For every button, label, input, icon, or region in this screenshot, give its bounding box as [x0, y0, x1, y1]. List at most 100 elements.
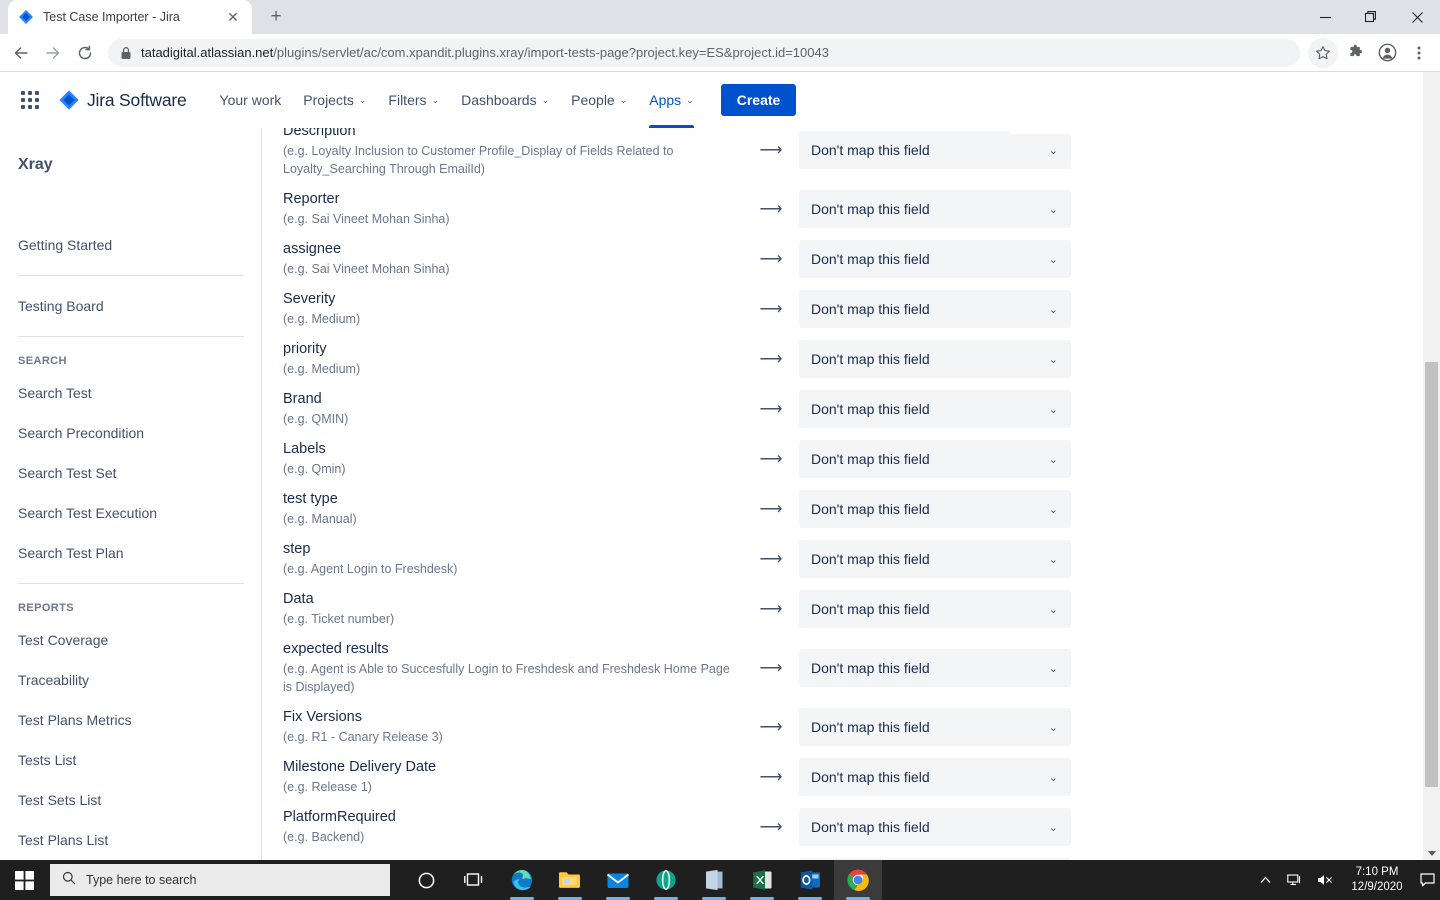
- new-tab-button[interactable]: +: [262, 3, 290, 31]
- sidebar-item-test-sets-list[interactable]: Test Sets List: [0, 780, 262, 820]
- reload-icon[interactable]: [70, 38, 100, 68]
- source-field-name: Labels: [283, 441, 326, 457]
- chevron-down-icon: ⌄: [1048, 353, 1058, 366]
- chevron-down-icon: ⌄: [1048, 403, 1058, 416]
- target-field-select[interactable]: Don't map this field ⌄: [799, 290, 1071, 328]
- create-button[interactable]: Create: [720, 84, 797, 116]
- sidebar-item-getting-started[interactable]: Getting Started: [0, 225, 262, 265]
- target-field-select[interactable]: Don't map this field ⌄: [799, 708, 1071, 746]
- close-tab-icon[interactable]: ✕: [224, 8, 242, 26]
- jira-global-navigation: Jira Software Your work Projects ⌄ Filte…: [0, 72, 1011, 128]
- source-field-name: Fix Versions: [283, 709, 362, 725]
- chrome-menu-icon[interactable]: [1404, 38, 1434, 68]
- source-field-example: (e.g. Sai Vineet Mohan Sinha): [283, 212, 450, 226]
- jira-software-logo[interactable]: Jira Software: [58, 89, 187, 111]
- windows-start-icon[interactable]: [0, 860, 48, 900]
- maps-to-arrow-icon: ⟶: [759, 301, 783, 318]
- maximize-button[interactable]: [1348, 0, 1394, 34]
- sidebar-item-test-coverage[interactable]: Test Coverage: [0, 620, 262, 660]
- browser-tab[interactable]: Test Case Importer - Jira ✕: [8, 0, 252, 34]
- app-switcher-icon[interactable]: [14, 84, 46, 116]
- sidebar-scroll-area: Getting Started Testing Board SEARCH Sea…: [0, 207, 262, 862]
- source-field-example: (e.g. Ticket number): [283, 612, 395, 626]
- volume-muted-icon[interactable]: [1310, 860, 1340, 900]
- chevron-down-icon: ⌄: [1048, 253, 1058, 266]
- cortana-icon[interactable]: [402, 860, 450, 900]
- sidebar-item-search-test-execution[interactable]: Search Test Execution: [0, 493, 262, 533]
- nav-item-label: Projects: [303, 92, 354, 108]
- sidebar-section-search: SEARCH: [18, 355, 67, 367]
- teams-icon[interactable]: [642, 860, 690, 900]
- target-field-select[interactable]: Don't map this field ⌄: [799, 758, 1071, 796]
- nav-item-people[interactable]: People ⌄: [560, 72, 638, 128]
- target-field-select[interactable]: Don't map this field ⌄: [799, 240, 1071, 278]
- microsoft-edge-icon[interactable]: [498, 860, 546, 900]
- chevron-down-icon: ⌄: [1048, 553, 1058, 566]
- excel-icon[interactable]: [738, 860, 786, 900]
- sidebar-item-testing-board[interactable]: Testing Board: [0, 286, 262, 326]
- jira-logo-text: Jira Software: [87, 89, 187, 110]
- sidebar-item-test-plans-list[interactable]: Test Plans List: [0, 820, 262, 860]
- address-bar[interactable]: tatadigital.atlassian.net/plugins/servle…: [108, 38, 1300, 67]
- xray-sidebar: Xray Getting Started Testing Board SEARC…: [0, 128, 262, 862]
- mail-icon[interactable]: [594, 860, 642, 900]
- jira-favicon: [18, 9, 34, 25]
- sidebar-item-search-test[interactable]: Search Test: [0, 373, 262, 413]
- target-field-select[interactable]: Don't map this field ⌄: [799, 590, 1071, 628]
- sidebar-item-tests-list[interactable]: Tests List: [0, 740, 262, 780]
- show-hidden-icons-chevron[interactable]: [1250, 860, 1280, 900]
- source-field-name: test type: [283, 491, 338, 507]
- nav-item-apps[interactable]: Apps ⌄: [638, 72, 704, 128]
- nav-item-projects[interactable]: Projects ⌄: [292, 72, 377, 128]
- sidebar-item-search-test-plan[interactable]: Search Test Plan: [0, 533, 262, 573]
- nav-item-dashboards[interactable]: Dashboards ⌄: [450, 72, 560, 128]
- source-field-example: (e.g. Agent Login to Freshdesk): [283, 562, 458, 576]
- target-field-select[interactable]: Don't map this field ⌄: [799, 490, 1071, 528]
- mapping-row: assignee (e.g. Sai Vineet Mohan Sinha) ⟶…: [283, 234, 1418, 284]
- sidebar-item-search-test-set[interactable]: Search Test Set: [0, 453, 262, 493]
- close-window-button[interactable]: [1394, 0, 1440, 34]
- minimize-button[interactable]: [1302, 0, 1348, 34]
- task-view-icon[interactable]: [450, 860, 498, 900]
- sidebar-item-search-precondition[interactable]: Search Precondition: [0, 413, 262, 453]
- source-field-example: (e.g. Medium): [283, 362, 361, 376]
- target-field-select[interactable]: Don't map this field ⌄: [799, 440, 1071, 478]
- target-field-select[interactable]: Don't map this field ⌄: [799, 540, 1071, 578]
- sidebar-title: Xray: [18, 156, 53, 173]
- maps-to-arrow-icon: ⟶: [759, 401, 783, 418]
- nav-item-your-work[interactable]: Your work: [209, 72, 293, 128]
- maps-to-arrow-icon: ⟶: [759, 819, 783, 836]
- maps-to-arrow-icon: ⟶: [759, 501, 783, 518]
- file-explorer-icon[interactable]: [546, 860, 594, 900]
- target-field-select[interactable]: Don't map this field ⌄: [799, 649, 1071, 687]
- profile-avatar-icon[interactable]: [1372, 38, 1402, 68]
- action-center-icon[interactable]: [1414, 860, 1440, 900]
- outlook-icon[interactable]: [786, 860, 834, 900]
- page-scrollbar[interactable]: [1423, 72, 1440, 862]
- forward-icon[interactable]: [38, 38, 68, 68]
- chevron-down-icon: ⌄: [541, 94, 550, 105]
- onenote-icon[interactable]: [690, 860, 738, 900]
- nav-item-label: People: [571, 92, 615, 108]
- target-field-select[interactable]: Don't map this field ⌄: [799, 340, 1071, 378]
- mapping-row-source: Description (e.g. Loyalty Inclusion to C…: [283, 122, 743, 178]
- taskbar-clock[interactable]: 7:10 PM 12/9/2020: [1340, 865, 1414, 895]
- mapping-row-source: step (e.g. Agent Login to Freshdesk): [283, 540, 743, 578]
- page-scrollbar-thumb[interactable]: [1425, 362, 1438, 787]
- target-field-select[interactable]: Don't map this field ⌄: [799, 131, 1071, 169]
- sidebar-item-test-plans-metrics[interactable]: Test Plans Metrics: [0, 700, 262, 740]
- bookmark-star-icon[interactable]: [1308, 37, 1338, 68]
- google-chrome-icon[interactable]: [834, 860, 882, 900]
- source-field-name: Severity: [283, 291, 336, 307]
- mapping-row-source: assignee (e.g. Sai Vineet Mohan Sinha): [283, 240, 743, 278]
- extensions-puzzle-icon[interactable]: [1340, 38, 1370, 68]
- back-icon[interactable]: [6, 38, 36, 68]
- nav-item-filters[interactable]: Filters ⌄: [377, 72, 450, 128]
- target-field-select[interactable]: Don't map this field ⌄: [799, 390, 1071, 428]
- sidebar-item-traceability[interactable]: Traceability: [0, 660, 262, 700]
- target-field-select[interactable]: Don't map this field ⌄: [799, 190, 1071, 228]
- chevron-down-icon: ⌄: [1048, 453, 1058, 466]
- target-field-select[interactable]: Don't map this field ⌄: [799, 808, 1071, 846]
- taskbar-search-input[interactable]: Type here to search: [50, 864, 390, 896]
- network-icon[interactable]: [1280, 860, 1310, 900]
